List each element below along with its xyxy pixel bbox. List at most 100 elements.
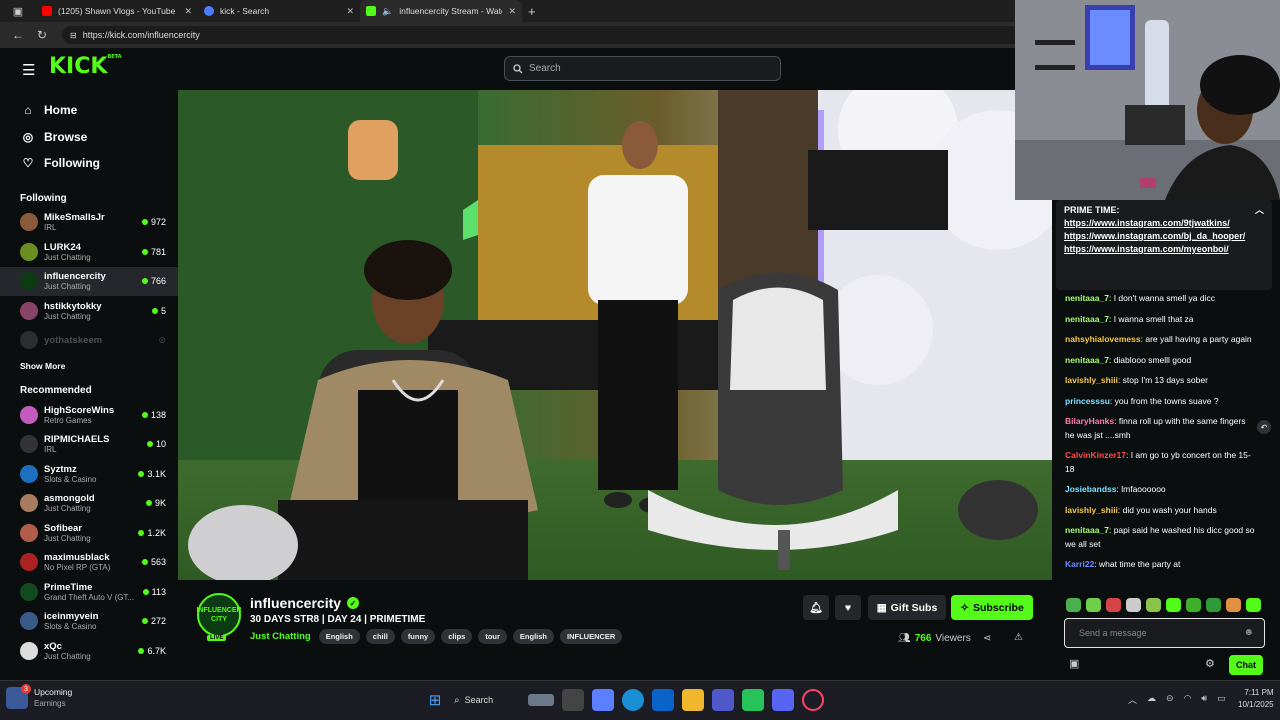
chat-username[interactable]: nenitaaa_7 bbox=[1065, 314, 1109, 324]
follow-button[interactable]: ♥ bbox=[835, 595, 861, 620]
emote-icon[interactable] bbox=[1066, 598, 1081, 612]
channel-item[interactable]: maximusblack No Pixel RP (GTA) 563 bbox=[0, 548, 178, 578]
tag[interactable]: tour bbox=[478, 629, 507, 644]
cloud-icon[interactable]: ☁ bbox=[1147, 693, 1156, 706]
settings-icon[interactable]: ⚙ bbox=[1205, 657, 1215, 670]
chat-username[interactable]: nahsyhialovemess bbox=[1065, 334, 1141, 344]
close-icon[interactable]: ✕ bbox=[346, 6, 354, 17]
emote-icon[interactable] bbox=[1206, 598, 1221, 612]
channel-item[interactable]: MikeSmallsJr IRL 972 bbox=[0, 208, 178, 238]
task-view-icon[interactable] bbox=[562, 689, 584, 711]
clock[interactable]: 7:11 PM 10/1/2025 bbox=[1238, 687, 1274, 711]
report-icon[interactable]: ⚠ bbox=[1014, 632, 1023, 643]
pinned-link[interactable]: https://www.instagram.com/myeonboi/ bbox=[1064, 243, 1264, 256]
emote-icon[interactable] bbox=[1086, 598, 1101, 612]
nav-following[interactable]: ♡ Following bbox=[0, 150, 178, 177]
tag[interactable]: English bbox=[318, 629, 360, 644]
offline-channel[interactable]: yothatskeem ⊘ bbox=[0, 326, 178, 356]
channel-item[interactable]: LURK24 Just Chatting 781 bbox=[0, 237, 178, 267]
search-input[interactable]: Search bbox=[504, 56, 781, 81]
new-tab-button[interactable]: + bbox=[528, 4, 536, 19]
channel-item[interactable]: RIPMICHAELS IRL 10 bbox=[0, 430, 178, 460]
pinned-link[interactable]: https://www.instagram.com/bj_da_hooper/ bbox=[1064, 230, 1264, 243]
tag[interactable]: funny bbox=[400, 629, 436, 644]
chat-send-button[interactable]: Chat bbox=[1229, 655, 1263, 675]
channel-item[interactable]: HighScoreWins Retro Games 138 bbox=[0, 400, 178, 430]
channel-item[interactable]: iceinmyvein Slots & Casino 272 bbox=[0, 607, 178, 637]
tab-kick-stream[interactable]: 🔈 influencercity Stream - Watc ✕ bbox=[360, 0, 522, 22]
emote-icon[interactable] bbox=[1146, 598, 1161, 612]
speaker-icon[interactable]: 🔈 bbox=[382, 6, 393, 17]
chat-username[interactable]: lavishly_shiii bbox=[1065, 505, 1118, 515]
gift-icon[interactable]: ▣ bbox=[1069, 657, 1079, 670]
emote-icon[interactable] bbox=[1186, 598, 1201, 612]
site-info-icon[interactable]: ⊟ bbox=[70, 31, 77, 40]
chat-username[interactable]: princesssu bbox=[1065, 396, 1110, 406]
opera-icon[interactable] bbox=[802, 689, 824, 711]
subscribe-button[interactable]: ✧ Subscribe bbox=[951, 595, 1033, 620]
close-icon[interactable]: ✕ bbox=[184, 6, 192, 17]
tab-kick-search[interactable]: kick - Search ✕ bbox=[198, 0, 360, 22]
battery-icon[interactable]: ▭ bbox=[1217, 693, 1226, 706]
category-link[interactable]: Just Chatting bbox=[250, 631, 311, 642]
discord-icon[interactable] bbox=[772, 689, 794, 711]
collapse-icon[interactable]: ︿ bbox=[1255, 204, 1264, 217]
channel-name[interactable]: influencercity bbox=[250, 595, 341, 611]
channel-item[interactable]: asmongold Just Chatting 9K bbox=[0, 489, 178, 519]
windows-start-icon[interactable]: ⊞ bbox=[424, 689, 446, 711]
notification-button[interactable]: 🔔︎ bbox=[803, 595, 829, 620]
chat-username[interactable]: Josiebandss bbox=[1065, 484, 1117, 494]
emote-icon[interactable] bbox=[1106, 598, 1121, 612]
chat-username[interactable]: nenitaaa_7 bbox=[1065, 355, 1109, 365]
back-icon[interactable]: ← bbox=[6, 28, 30, 42]
kick-app-icon[interactable] bbox=[742, 689, 764, 711]
close-icon[interactable]: ✕ bbox=[508, 6, 516, 17]
file-explorer-icon[interactable] bbox=[682, 689, 704, 711]
video-player[interactable] bbox=[178, 90, 1052, 580]
wifi-icon[interactable]: ◠ bbox=[1184, 693, 1192, 706]
share-icon[interactable]: ⋖ bbox=[983, 633, 991, 644]
emote-icon[interactable] bbox=[1246, 598, 1261, 612]
tag[interactable]: INFLUENCER bbox=[560, 629, 623, 644]
tag[interactable]: English bbox=[512, 629, 555, 644]
tab-youtube[interactable]: (1205) Shawn Vlogs - YouTube ✕ bbox=[36, 0, 198, 22]
gift-subs-button[interactable]: ▦ Gift Subs bbox=[868, 595, 946, 620]
tag[interactable]: clips bbox=[441, 629, 473, 644]
store-icon[interactable] bbox=[652, 689, 674, 711]
emoji-icon[interactable]: ☻ bbox=[1243, 627, 1254, 638]
channel-item[interactable]: Syztmz Slots & Casino 3.1K bbox=[0, 459, 178, 489]
pinned-link[interactable]: https://www.instagram.com/9tjwatkins/ bbox=[1064, 217, 1264, 230]
microphone-icon[interactable]: ⊝ bbox=[1166, 693, 1174, 706]
copilot-icon[interactable] bbox=[592, 689, 614, 711]
refresh-icon[interactable]: ↻ bbox=[30, 28, 54, 42]
chat-username[interactable]: lavishly_shiii bbox=[1065, 375, 1118, 385]
chat-username[interactable]: nenitaaa_7 bbox=[1065, 525, 1109, 535]
chat-username[interactable]: Karri22 bbox=[1065, 559, 1094, 569]
reply-icon[interactable]: ↶ bbox=[1257, 420, 1271, 434]
chat-username[interactable]: BilaryHanks bbox=[1065, 416, 1114, 426]
channel-avatar[interactable]: INFLUENCER CITY bbox=[196, 593, 242, 637]
edge-icon[interactable] bbox=[622, 689, 644, 711]
channel-item[interactable]: xQc Just Chatting 6.7K bbox=[0, 636, 178, 666]
channel-item[interactable]: PrimeTime Grand Theft Auto V (GT... 113 bbox=[0, 577, 178, 607]
chat-username[interactable]: CalvinKinzer17 bbox=[1065, 450, 1126, 460]
nav-home[interactable]: ⌂ Home bbox=[0, 97, 178, 124]
menu-icon[interactable]: ☰ bbox=[22, 61, 35, 79]
chat-message-input[interactable]: Send a message ☻ bbox=[1064, 618, 1265, 648]
chat-username[interactable]: nenitaaa_7 bbox=[1065, 293, 1109, 303]
emote-icon[interactable] bbox=[1126, 598, 1141, 612]
channel-item[interactable]: hstikkytokky Just Chatting 5 bbox=[0, 296, 178, 326]
taskbar-search[interactable]: ⌕ Search bbox=[454, 689, 554, 711]
nav-browse[interactable]: ◎ Browse bbox=[0, 124, 178, 151]
tab-actions-icon[interactable]: ▣ bbox=[0, 0, 36, 22]
volume-icon[interactable]: 🔊︎ bbox=[1201, 693, 1207, 706]
emote-icon[interactable] bbox=[1166, 598, 1181, 612]
tag[interactable]: chill bbox=[365, 629, 395, 644]
show-more-link[interactable]: Show More bbox=[0, 355, 178, 377]
kick-logo[interactable]: KICKBETA bbox=[49, 54, 122, 79]
emote-icon[interactable] bbox=[1226, 598, 1241, 612]
url-field[interactable]: ⊟ https://kick.com/influencercity bbox=[62, 26, 1022, 44]
channel-item[interactable]: Sofibear Just Chatting 1.2K bbox=[0, 518, 178, 548]
chevron-up-icon[interactable]: ︿ bbox=[1128, 693, 1137, 706]
channel-item[interactable]: influencercity Just Chatting 766 bbox=[0, 266, 178, 296]
